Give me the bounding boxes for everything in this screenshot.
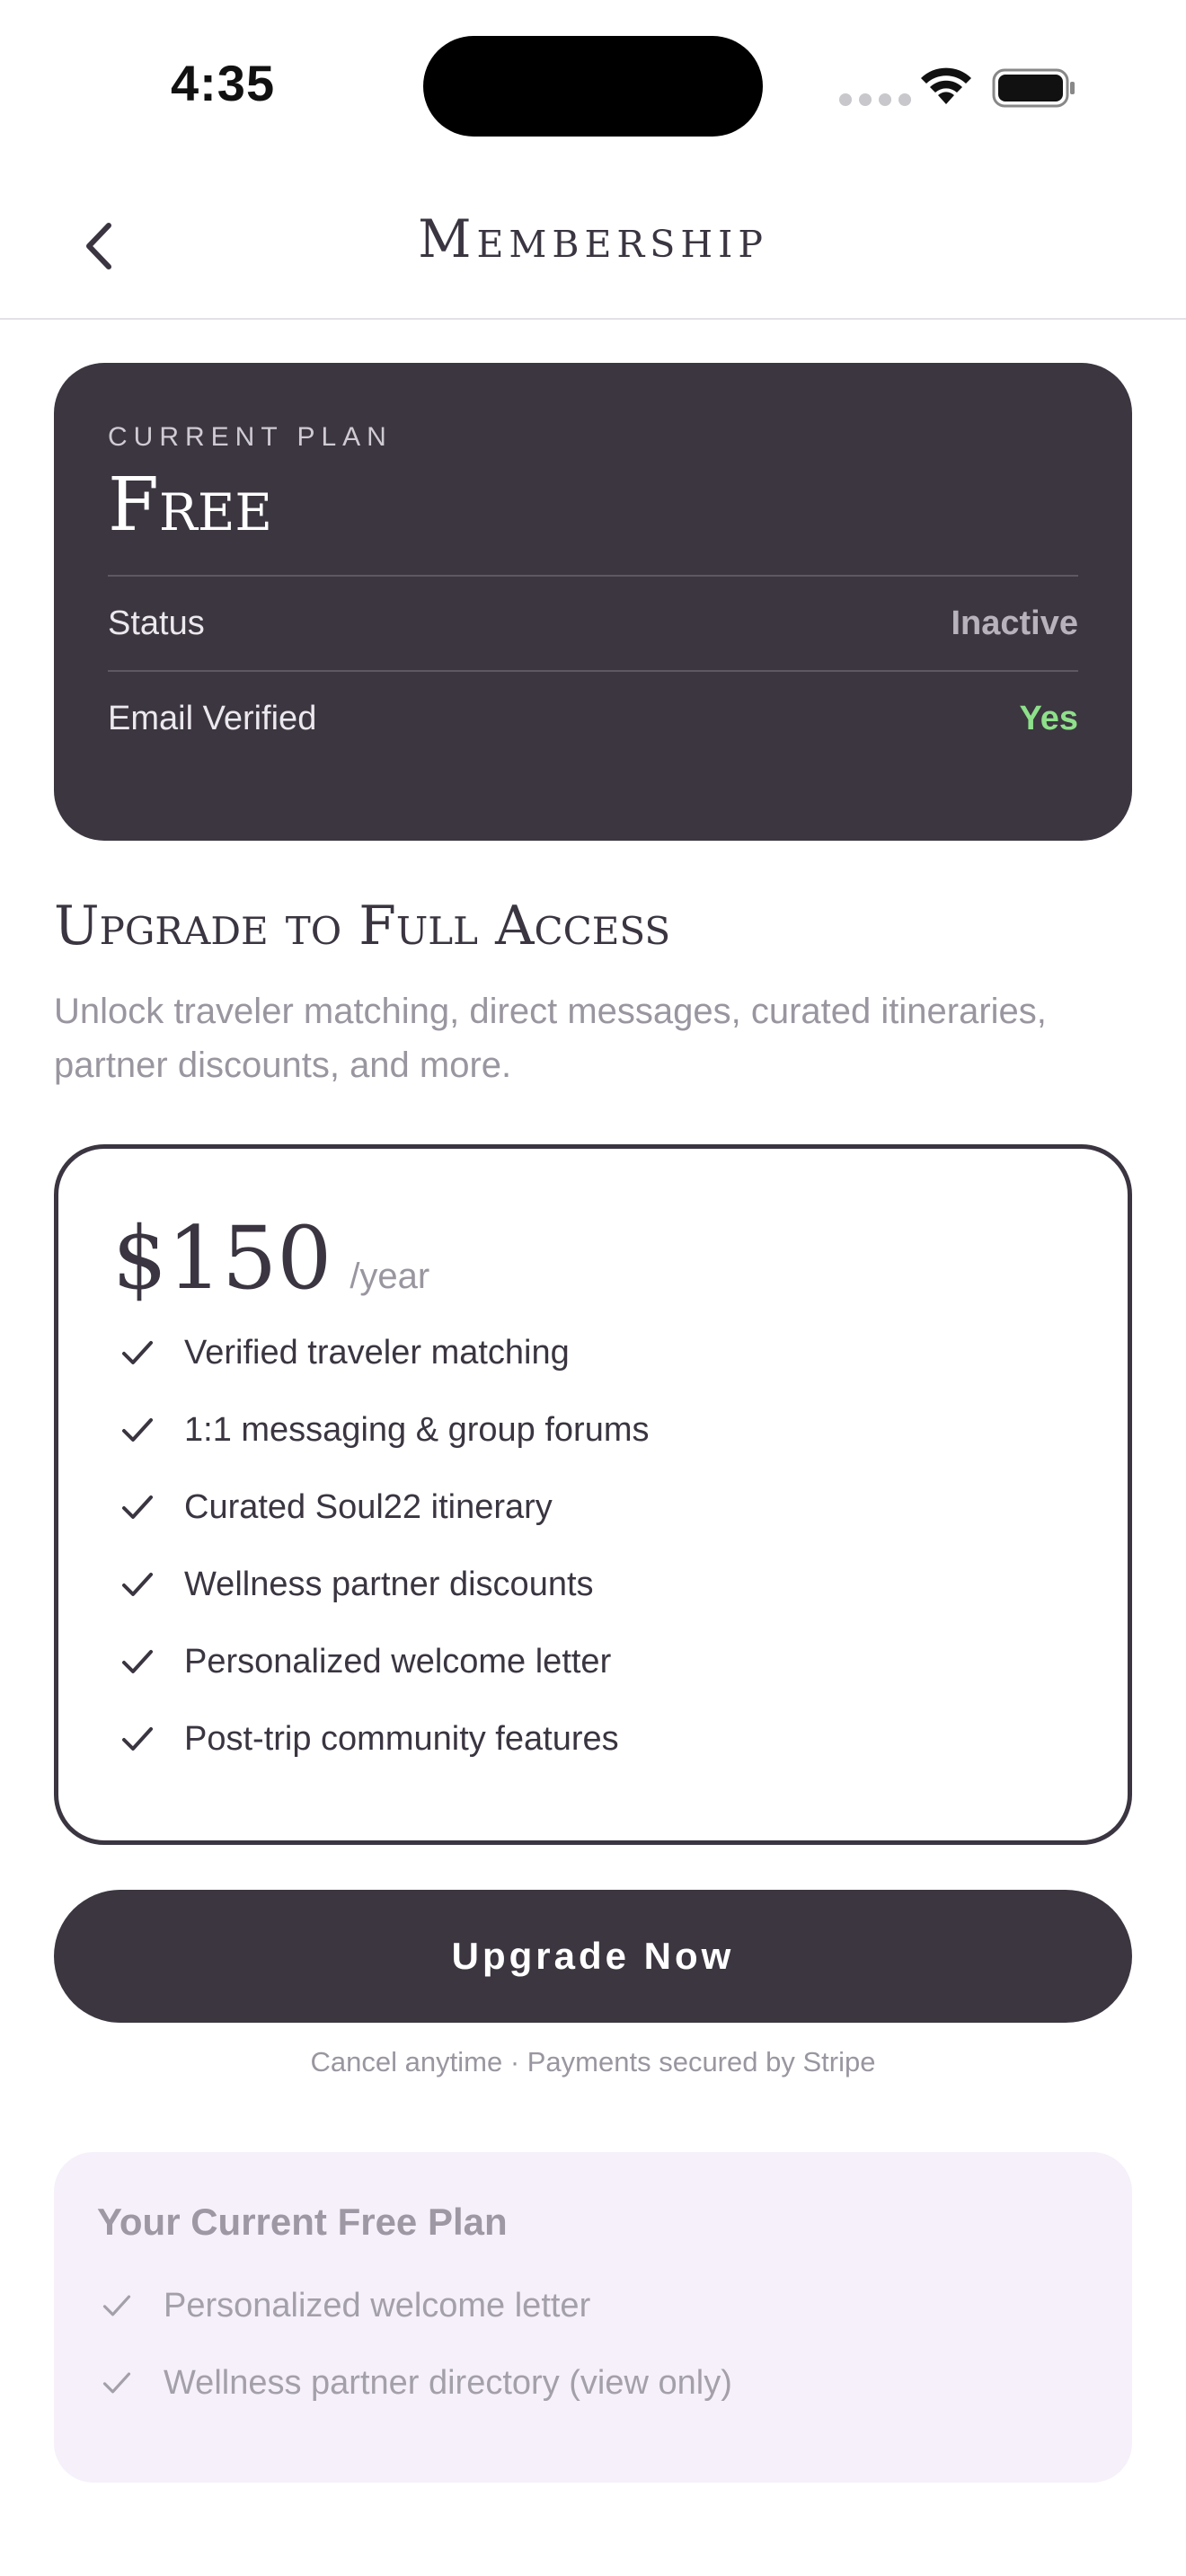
feature-label: Verified traveler matching (184, 1333, 570, 1372)
status-bar: 4:35 (0, 0, 1186, 171)
list-item: Personalized welcome letter (97, 2267, 1089, 2344)
current-plan-card: CURRENT PLAN Free Status Inactive Email … (54, 363, 1132, 841)
price-period: /year (350, 1257, 430, 1296)
upgrade-now-button[interactable]: Upgrade Now (54, 1890, 1132, 2023)
list-item: Verified traveler matching (112, 1314, 1074, 1391)
nav-bar: Membership (0, 171, 1186, 320)
feature-label: 1:1 messaging & group forums (184, 1410, 650, 1449)
email-verified-label: Email Verified (108, 699, 317, 737)
check-icon (122, 1573, 153, 1596)
check-icon (122, 1341, 153, 1364)
upgrade-heading: Upgrade to Full Access (54, 895, 671, 957)
status-label: Status (108, 604, 205, 642)
email-verified-value: Yes (1019, 699, 1078, 737)
status-time: 4:35 (171, 55, 276, 111)
feature-label: Personalized welcome letter (164, 2286, 591, 2325)
list-item: Post-trip community features (112, 1700, 1074, 1778)
free-plan-card: Your Current Free Plan Personalized welc… (54, 2152, 1132, 2483)
feature-label: Personalized welcome letter (184, 1642, 612, 1681)
check-icon (122, 1418, 153, 1442)
feature-list: Verified traveler matching 1:1 messaging… (112, 1314, 1074, 1778)
list-item: Curated Soul22 itinerary (112, 1469, 1074, 1546)
check-icon (122, 1727, 153, 1751)
feature-label: Post-trip community features (184, 1719, 619, 1758)
check-icon (122, 1650, 153, 1673)
list-item: 1:1 messaging & group forums (112, 1391, 1074, 1469)
cellular-signal-icon (839, 93, 911, 106)
check-icon (102, 2295, 131, 2316)
list-item: Personalized welcome letter (112, 1623, 1074, 1700)
battery-icon (992, 68, 1075, 108)
payment-note: Cancel anytime · Payments secured by Str… (310, 2046, 876, 2078)
feature-label: Wellness partner directory (view only) (164, 2363, 732, 2402)
dynamic-island (423, 36, 763, 137)
status-value: Inactive (951, 604, 1078, 642)
list-item: Wellness partner discounts (112, 1546, 1074, 1623)
wifi-icon (921, 67, 971, 104)
current-plan-label: CURRENT PLAN (108, 422, 393, 452)
feature-label: Curated Soul22 itinerary (184, 1487, 553, 1526)
current-plan-name: Free (108, 463, 273, 548)
pricing-card: $150 /year Verified traveler matching 1:… (54, 1144, 1132, 1845)
feature-label: Wellness partner discounts (184, 1565, 594, 1603)
page-title: Membership (418, 208, 768, 269)
free-plan-title: Your Current Free Plan (97, 2201, 508, 2243)
status-row: Status Inactive (108, 577, 1078, 670)
price-line: $150 /year (112, 1208, 1074, 1309)
check-icon (122, 1495, 153, 1519)
check-icon (102, 2372, 131, 2394)
list-item: Wellness partner directory (view only) (97, 2344, 1089, 2422)
price-amount: $150 (112, 1208, 332, 1309)
upgrade-subtitle: Unlock traveler matching, direct message… (54, 992, 1047, 1085)
email-verified-row: Email Verified Yes (108, 672, 1078, 765)
free-feature-list: Personalized welcome letter Wellness par… (97, 2267, 1089, 2422)
